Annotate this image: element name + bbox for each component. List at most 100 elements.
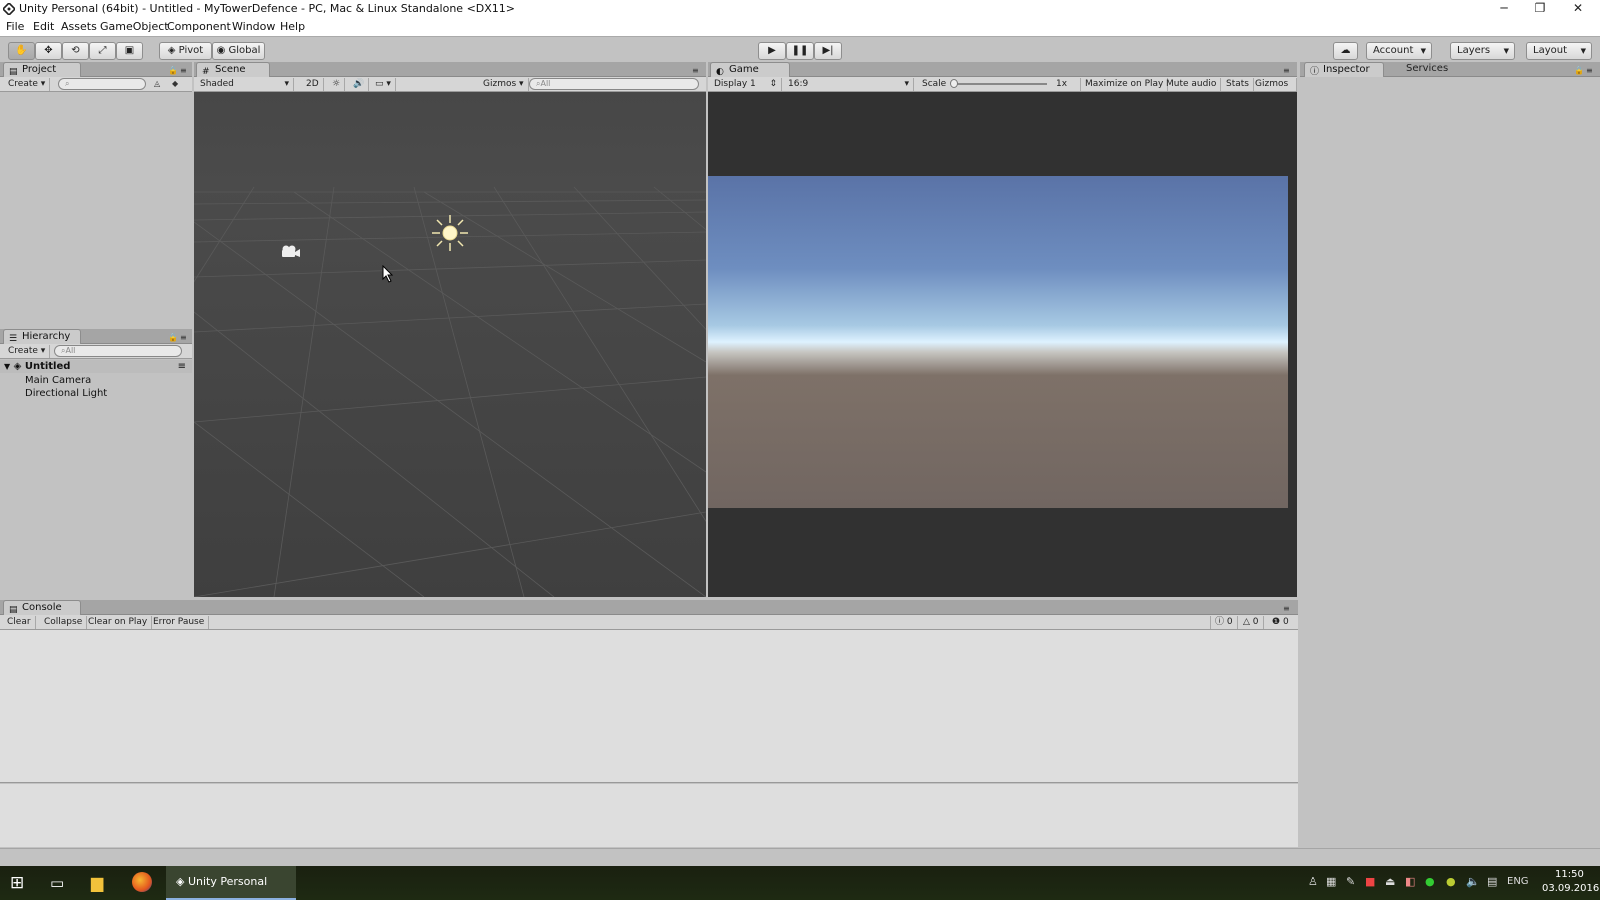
directional-light-gizmo-icon[interactable]	[430, 213, 470, 253]
tray-app-icon[interactable]: ✎	[1346, 875, 1355, 888]
console-error-pause-button[interactable]: Error Pause	[149, 616, 210, 629]
global-toggle[interactable]: ◉ Global	[212, 42, 265, 60]
menu-file[interactable]: File	[6, 20, 24, 33]
hierarchy-item-directional-light[interactable]: Directional Light	[25, 387, 107, 400]
menu-edit[interactable]: Edit	[33, 20, 54, 33]
scene-lighting-toggle[interactable]: ☼	[328, 78, 346, 91]
tray-app3-icon[interactable]: ●	[1446, 875, 1456, 888]
tray-volume-icon[interactable]: 🔈	[1466, 875, 1480, 888]
windows-start-icon[interactable]: ⊞	[10, 873, 24, 893]
camera-gizmo-icon[interactable]	[279, 244, 301, 260]
tray-language[interactable]: ENG	[1507, 876, 1529, 887]
close-button[interactable]: ✕	[1560, 0, 1596, 18]
scale-slider-track[interactable]	[952, 83, 1047, 85]
restore-button[interactable]: ❐	[1522, 0, 1558, 18]
panel-menu-icon[interactable]: ≡	[180, 333, 187, 342]
hand-tool-button[interactable]: ✋	[8, 42, 35, 60]
tab-scene[interactable]: # Scene	[196, 62, 270, 77]
filter-label-icon[interactable]: ◆	[172, 79, 178, 88]
lock-icon[interactable]: 🔒	[1574, 66, 1584, 75]
step-button[interactable]: ▶|	[814, 42, 842, 60]
game-gizmos-dropdown[interactable]: Gizmos ▾	[1251, 78, 1297, 101]
aspect-dropdown[interactable]: 16:9 ▾	[784, 78, 914, 91]
move-tool-button[interactable]: ✥	[35, 42, 62, 60]
rect-tool-button[interactable]: ▣	[116, 42, 143, 60]
console-error-filter[interactable]: ❶ 0	[1268, 616, 1293, 629]
play-button[interactable]: ▶	[758, 42, 786, 60]
panel-menu-icon[interactable]: ≡	[180, 66, 187, 75]
panel-menu-icon[interactable]: ≡	[1283, 604, 1290, 613]
menu-gameobject[interactable]: GameObject	[100, 20, 169, 33]
hierarchy-search-input[interactable]: ⌕All	[54, 345, 182, 357]
console-log-list[interactable]	[0, 630, 1298, 783]
tray-people-icon[interactable]: ♙	[1308, 875, 1318, 888]
mute-audio-toggle[interactable]: Mute audio	[1162, 78, 1222, 91]
shading-mode-label: Shaded	[200, 79, 234, 89]
filter-type-icon[interactable]: ◬	[154, 79, 160, 88]
account-dropdown[interactable]: Account ▼	[1366, 42, 1432, 60]
tray-notification-icon[interactable]: ▤	[1487, 875, 1497, 888]
tab-inspector[interactable]: ⓘ Inspector	[1304, 62, 1384, 77]
pause-button[interactable]: ❚❚	[786, 42, 814, 60]
expand-arrow-icon[interactable]: ▼	[4, 362, 10, 371]
layers-dropdown[interactable]: Layers ▼	[1450, 42, 1515, 60]
tab-console[interactable]: ▤ Console	[3, 600, 81, 615]
menu-component[interactable]: Component	[167, 20, 231, 33]
unity-logo-icon: ◈	[176, 875, 185, 888]
menu-window[interactable]: Window	[232, 20, 275, 33]
console-info-filter[interactable]: ⓘ 0	[1210, 616, 1238, 629]
scene-audio-toggle[interactable]: 🔊	[349, 78, 370, 91]
scene-root-row[interactable]: ▼ ◈ Untitled ≡	[0, 360, 192, 373]
tab-game[interactable]: ◐ Game	[710, 62, 790, 77]
firefox-icon[interactable]	[132, 872, 152, 892]
menu-help[interactable]: Help	[280, 20, 305, 33]
tab-services[interactable]: Services	[1388, 62, 1468, 77]
lock-icon[interactable]: 🔒	[168, 66, 178, 75]
project-create-button[interactable]: Create ▾	[4, 78, 51, 91]
scale-slider-thumb[interactable]	[950, 79, 958, 88]
tab-project[interactable]: ▤ Project	[3, 62, 81, 77]
hierarchy-item-main-camera[interactable]: Main Camera	[25, 374, 91, 387]
status-bar	[0, 848, 1600, 866]
scale-tool-button[interactable]: ⤢	[89, 42, 116, 60]
project-search-input[interactable]: ⌕	[58, 78, 146, 90]
tray-network-icon[interactable]: ▦	[1326, 875, 1336, 888]
maximize-on-play-toggle[interactable]: Maximize on Play	[1080, 78, 1169, 91]
console-clear-on-play-button[interactable]: Clear on Play	[84, 616, 153, 629]
scene-search-input[interactable]: ⌕All	[529, 78, 699, 90]
rotate-tool-button[interactable]: ⟲	[62, 42, 89, 60]
hierarchy-create-button[interactable]: Create ▾	[4, 345, 51, 358]
tray-nvidia-icon[interactable]: ●	[1425, 875, 1435, 888]
pivot-toggle[interactable]: ◈ Pivot	[159, 42, 212, 60]
cloud-button[interactable]: ☁	[1333, 42, 1358, 60]
console-collapse-button[interactable]: Collapse	[40, 616, 88, 629]
stats-toggle[interactable]: Stats	[1222, 78, 1254, 91]
shading-mode-dropdown[interactable]: Shaded ▾	[196, 78, 294, 91]
console-warning-filter[interactable]: △ 0	[1239, 616, 1264, 629]
game-viewport[interactable]	[708, 92, 1297, 597]
scene-viewport[interactable]	[194, 92, 706, 597]
lock-icon[interactable]: 🔒	[168, 333, 178, 342]
panel-menu-icon[interactable]: ≡	[1586, 66, 1593, 75]
display-dropdown[interactable]: Display 1 ⇕	[710, 78, 782, 91]
scene-effects-dropdown[interactable]: ▭ ▾	[371, 78, 396, 91]
tray-antivirus-icon[interactable]: ■	[1365, 875, 1375, 888]
tray-date[interactable]: 03.09.2016	[1542, 883, 1599, 894]
panel-menu-icon[interactable]: ≡	[1283, 66, 1290, 75]
tray-time[interactable]: 11:50	[1555, 869, 1584, 880]
taskbar-unity-app[interactable]: ◈ Unity Personal (64b...	[166, 866, 296, 900]
toggle-2d-button[interactable]: 2D	[302, 78, 324, 91]
scene-gizmos-dropdown[interactable]: Gizmos ▾	[479, 78, 529, 91]
panel-menu-icon[interactable]: ≡	[692, 66, 699, 75]
minimize-button[interactable]: ─	[1486, 0, 1522, 18]
scene-grid	[194, 92, 706, 597]
layout-dropdown[interactable]: Layout ▼	[1526, 42, 1592, 60]
menu-assets[interactable]: Assets	[61, 20, 97, 33]
file-explorer-icon[interactable]: ▆	[91, 873, 103, 892]
tray-usb-icon[interactable]: ⏏	[1385, 875, 1395, 888]
scene-menu-icon[interactable]: ≡	[178, 360, 186, 373]
tray-app2-icon[interactable]: ◧	[1405, 875, 1415, 888]
console-clear-button[interactable]: Clear	[3, 616, 36, 629]
tab-hierarchy[interactable]: ☰ Hierarchy	[3, 329, 81, 344]
task-view-icon[interactable]: ▭	[50, 874, 64, 892]
